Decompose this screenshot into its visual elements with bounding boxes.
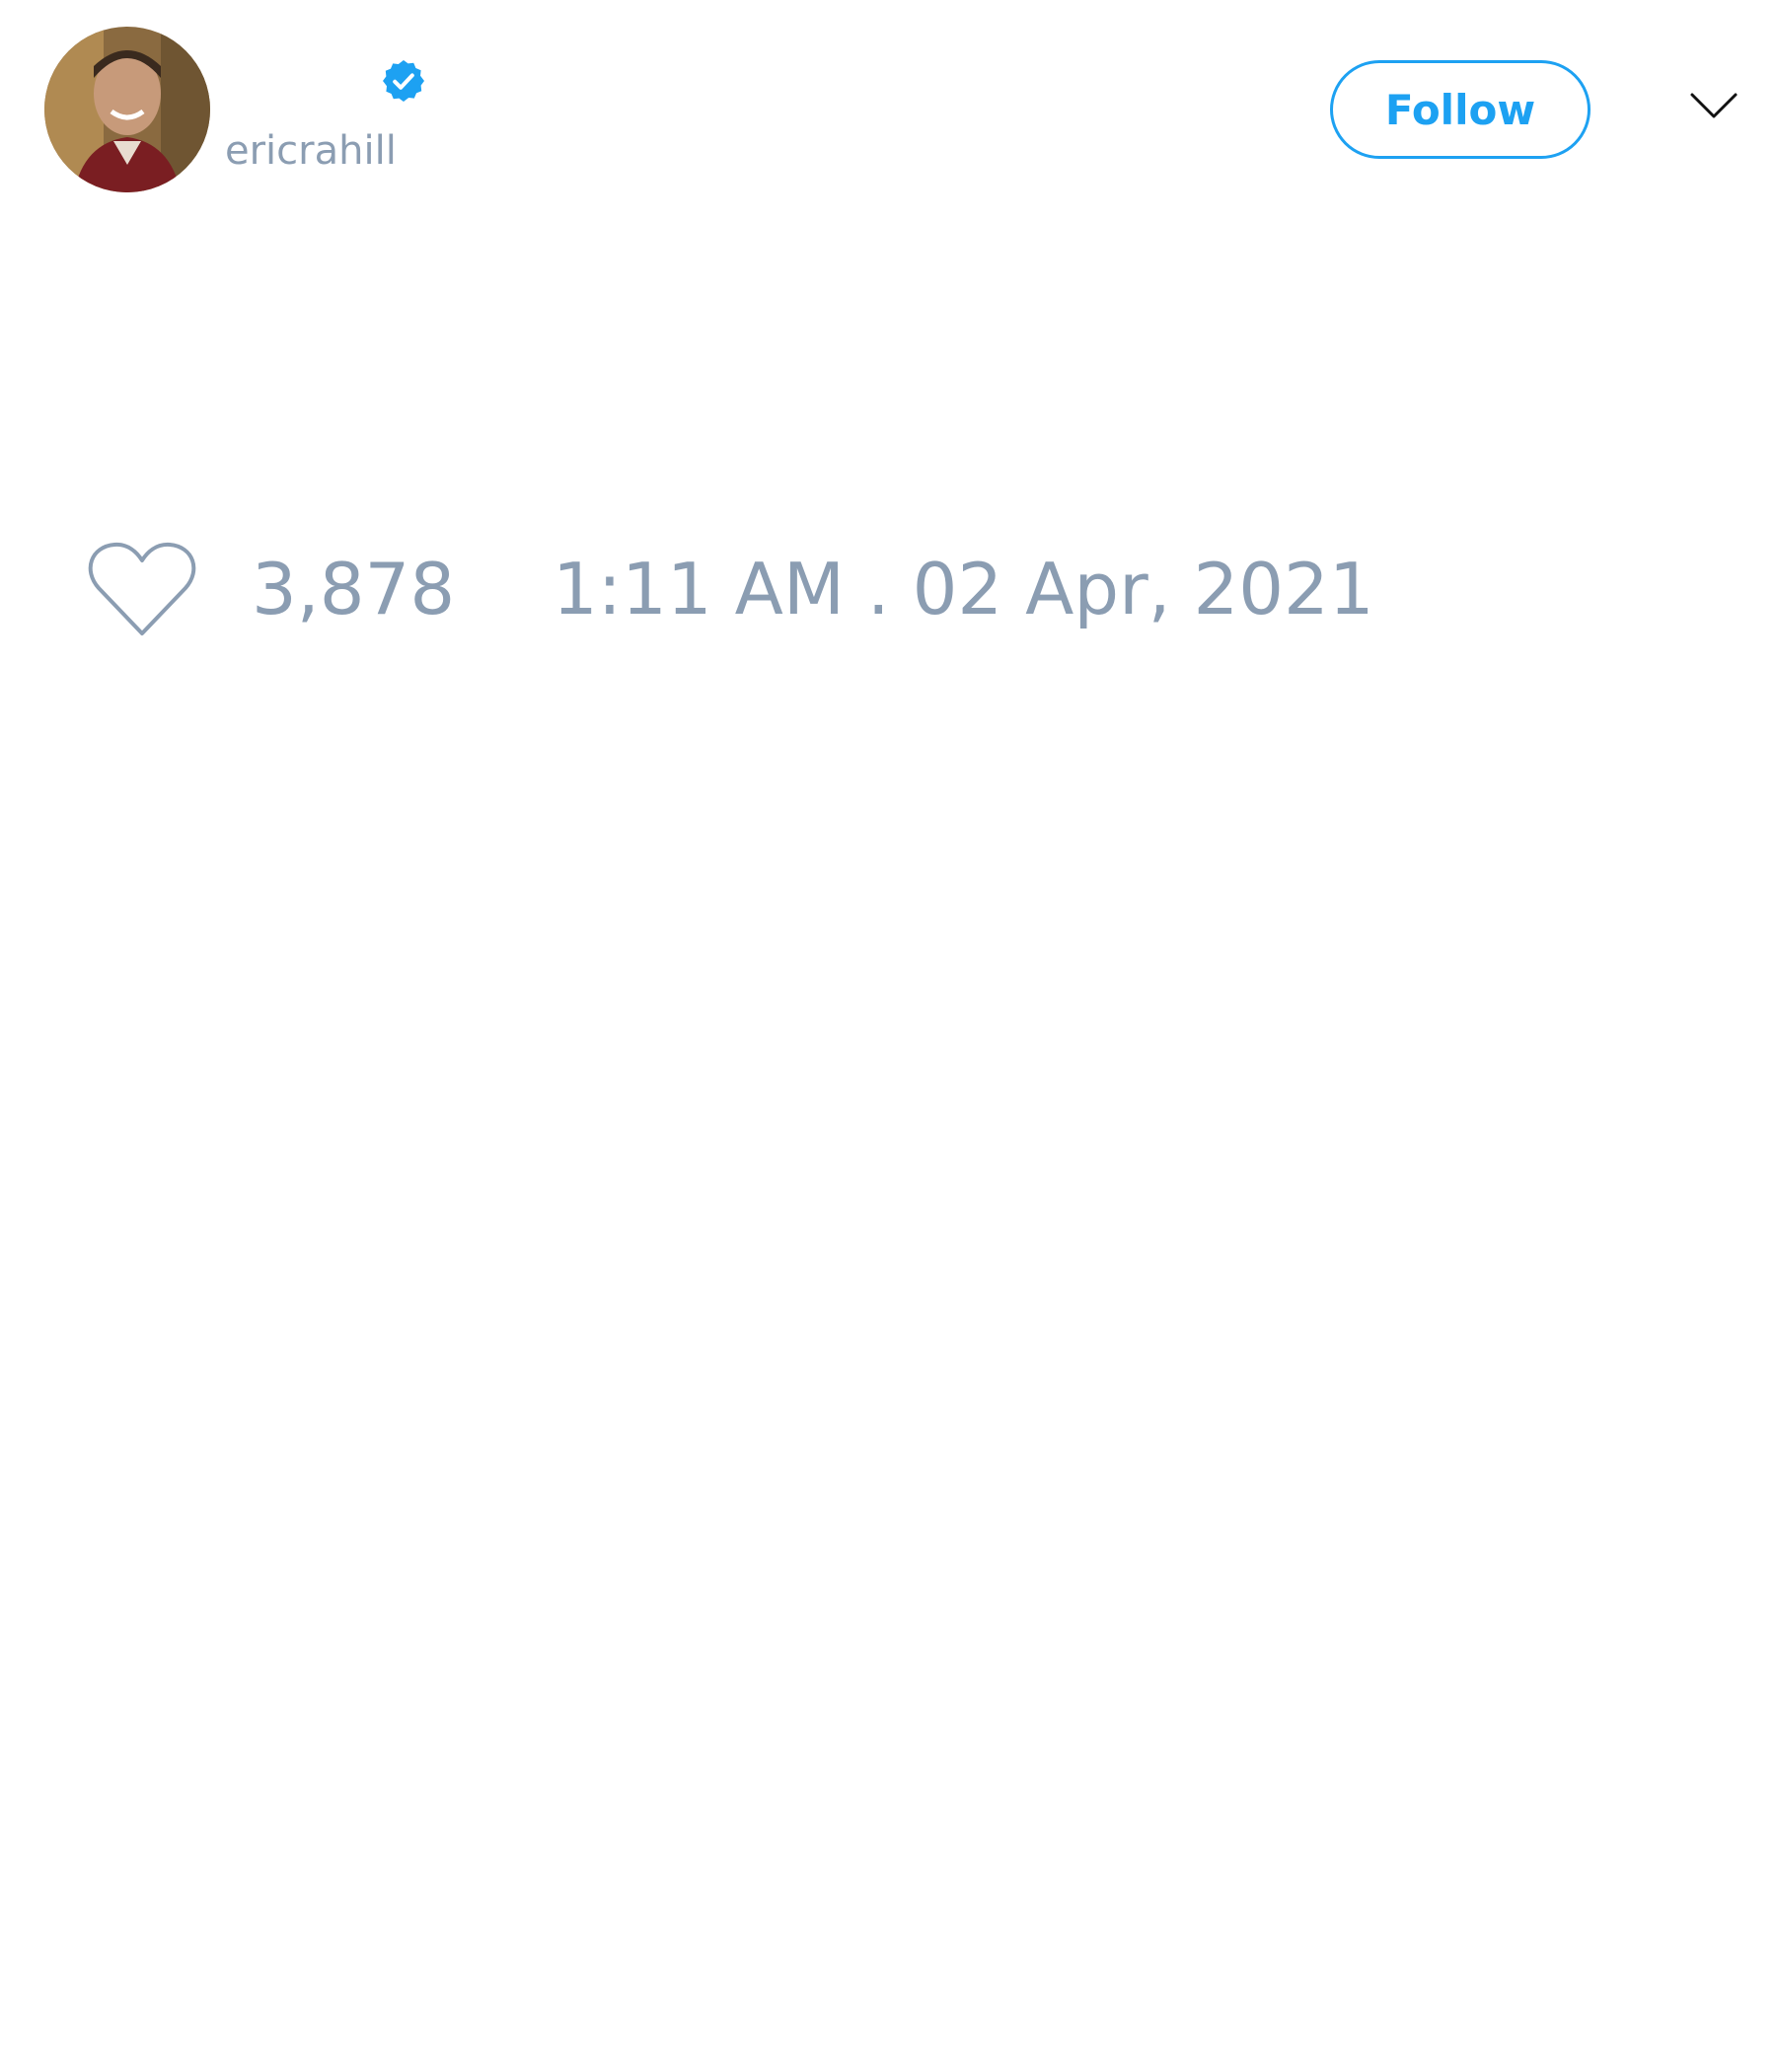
avatar-photo [44, 27, 210, 192]
like-count: 3,878 [252, 548, 456, 630]
author-handle[interactable]: ericrahill [225, 126, 397, 176]
chevron-down-icon[interactable] [1689, 91, 1739, 120]
tweet-card: ericrahill Follow 3,878 1:11 AM . 02 Apr… [0, 0, 1776, 2072]
avatar[interactable] [44, 27, 210, 192]
follow-button[interactable]: Follow [1330, 60, 1591, 159]
verified-badge-icon [383, 60, 424, 102]
heart-outline-icon[interactable] [87, 541, 197, 639]
tweet-timestamp[interactable]: 1:11 AM . 02 Apr, 2021 [553, 549, 1374, 629]
